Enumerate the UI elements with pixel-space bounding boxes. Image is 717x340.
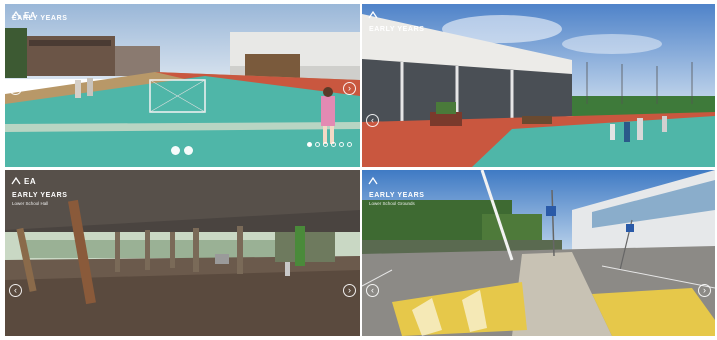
scene-subtitle: Lower School Grounds <box>369 201 415 206</box>
next-scene-button[interactable]: › <box>698 284 711 297</box>
prev-scene-button[interactable]: ‹ <box>366 284 379 297</box>
logo-text: EA <box>24 176 37 186</box>
logo-icon <box>11 176 21 185</box>
scene-subtitle: Lower School Hall <box>12 201 49 206</box>
panorama-panel-covered-hall[interactable]: EA EARLY YEARS Lower School Hall ‹ › <box>5 170 360 336</box>
scene-dot[interactable] <box>323 142 328 147</box>
scene-dot[interactable] <box>315 142 320 147</box>
logo-icon <box>368 176 378 185</box>
viewer-controls <box>171 146 193 155</box>
chevron-left-icon: ‹ <box>14 83 17 93</box>
prev-scene-button[interactable]: ‹ <box>366 114 379 127</box>
panorama-panel-building-exterior[interactable]: EARLY YEARS ‹ <box>362 4 715 167</box>
panorama-panel-outdoor-court[interactable]: EA EARLY YEARS ‹ › <box>5 4 360 167</box>
prev-scene-button[interactable]: ‹ <box>9 284 22 297</box>
prev-scene-button[interactable]: ‹ <box>9 82 22 95</box>
scene-title: EARLY YEARS <box>369 26 425 33</box>
next-scene-button[interactable]: › <box>343 284 356 297</box>
scene-dot[interactable] <box>347 142 352 147</box>
chevron-left-icon: ‹ <box>14 285 17 295</box>
chevron-right-icon: › <box>703 285 706 295</box>
fullscreen-icon[interactable] <box>171 146 180 155</box>
scene-title-block: EARLY YEARS Lower School Grounds <box>369 192 425 206</box>
scene-title-block: EARLY YEARS Lower School Hall <box>12 192 68 206</box>
panorama-panel-crosswalk[interactable]: EARLY YEARS Lower School Grounds ‹ › <box>362 170 715 336</box>
scene-title: EARLY YEARS <box>369 192 425 199</box>
scene-title: EARLY YEARS <box>12 15 68 22</box>
scene-dot[interactable] <box>339 142 344 147</box>
scene-title: EARLY YEARS <box>12 192 68 199</box>
scene-dot[interactable] <box>307 142 312 147</box>
next-scene-button[interactable]: › <box>343 82 356 95</box>
site-logo[interactable]: EA <box>11 176 36 186</box>
chevron-left-icon: ‹ <box>371 285 374 295</box>
panel-header <box>362 170 715 192</box>
panel-header <box>362 4 715 26</box>
scene-dot[interactable] <box>331 142 336 147</box>
site-logo[interactable] <box>368 10 381 20</box>
chevron-left-icon: ‹ <box>371 115 374 125</box>
scene-title-block: EARLY YEARS <box>12 15 68 22</box>
chevron-right-icon: › <box>348 83 351 93</box>
tour-grid: EA EARLY YEARS ‹ › EARLY YEARS ‹ EA EARL… <box>0 0 717 340</box>
logo-icon <box>368 10 378 19</box>
chevron-right-icon: › <box>348 285 351 295</box>
info-icon[interactable] <box>184 146 193 155</box>
scene-title-block: EARLY YEARS <box>369 26 425 33</box>
scene-pagination <box>307 142 352 147</box>
panel-header: EA <box>5 170 360 192</box>
site-logo[interactable] <box>368 176 381 186</box>
